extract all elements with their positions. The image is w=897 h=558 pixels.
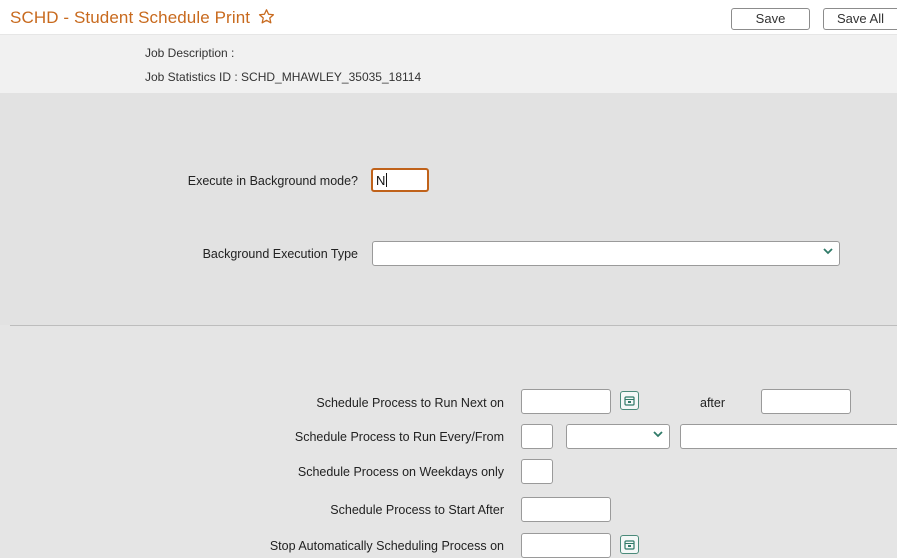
job-statistics-id: Job Statistics ID : SCHD_MHAWLEY_35035_1… xyxy=(145,70,422,84)
execute-background-value: N xyxy=(376,173,388,188)
save-all-button[interactable]: Save All xyxy=(823,8,897,30)
run-every-unit-select[interactable] xyxy=(566,424,670,449)
page-title: SCHD - Student Schedule Print xyxy=(10,8,251,27)
execute-background-input[interactable]: N xyxy=(371,168,429,192)
run-every-count-input[interactable] xyxy=(521,424,553,449)
start-after-label: Schedule Process to Start After xyxy=(330,503,504,517)
calendar-icon[interactable] xyxy=(620,535,639,554)
background-execution-section: Execute in Background mode? N Background… xyxy=(0,93,897,325)
after-time-input[interactable] xyxy=(761,389,851,414)
stop-scheduling-date-input[interactable] xyxy=(521,533,611,558)
chevron-down-icon xyxy=(653,431,663,438)
job-info-panel: Job Description : Job Statistics ID : SC… xyxy=(0,35,897,93)
run-every-label: Schedule Process to Run Every/From xyxy=(294,430,504,444)
chevron-down-icon xyxy=(823,248,833,255)
start-after-input[interactable] xyxy=(521,497,611,522)
calendar-icon[interactable] xyxy=(620,391,639,410)
run-every-from-input[interactable] xyxy=(680,424,897,449)
run-next-date-input[interactable] xyxy=(521,389,611,414)
save-button[interactable]: Save xyxy=(731,8,810,30)
weekdays-label: Schedule Process on Weekdays only xyxy=(297,465,504,479)
background-type-label: Background Execution Type xyxy=(202,247,358,261)
weekdays-input[interactable] xyxy=(521,459,553,484)
execute-background-label: Execute in Background mode? xyxy=(187,174,358,188)
page-title-group: SCHD - Student Schedule Print xyxy=(10,8,275,28)
star-icon[interactable] xyxy=(258,8,275,28)
run-next-label: Schedule Process to Run Next on xyxy=(316,396,504,410)
after-label: after xyxy=(700,396,726,410)
page-header: SCHD - Student Schedule Print Save Save … xyxy=(0,0,897,35)
background-type-select[interactable] xyxy=(372,241,840,266)
scheduling-section: Schedule Process to Run Next on after Sc… xyxy=(0,326,897,558)
job-description-label: Job Description : xyxy=(145,46,235,60)
stop-scheduling-label: Stop Automatically Scheduling Process on xyxy=(269,539,504,553)
